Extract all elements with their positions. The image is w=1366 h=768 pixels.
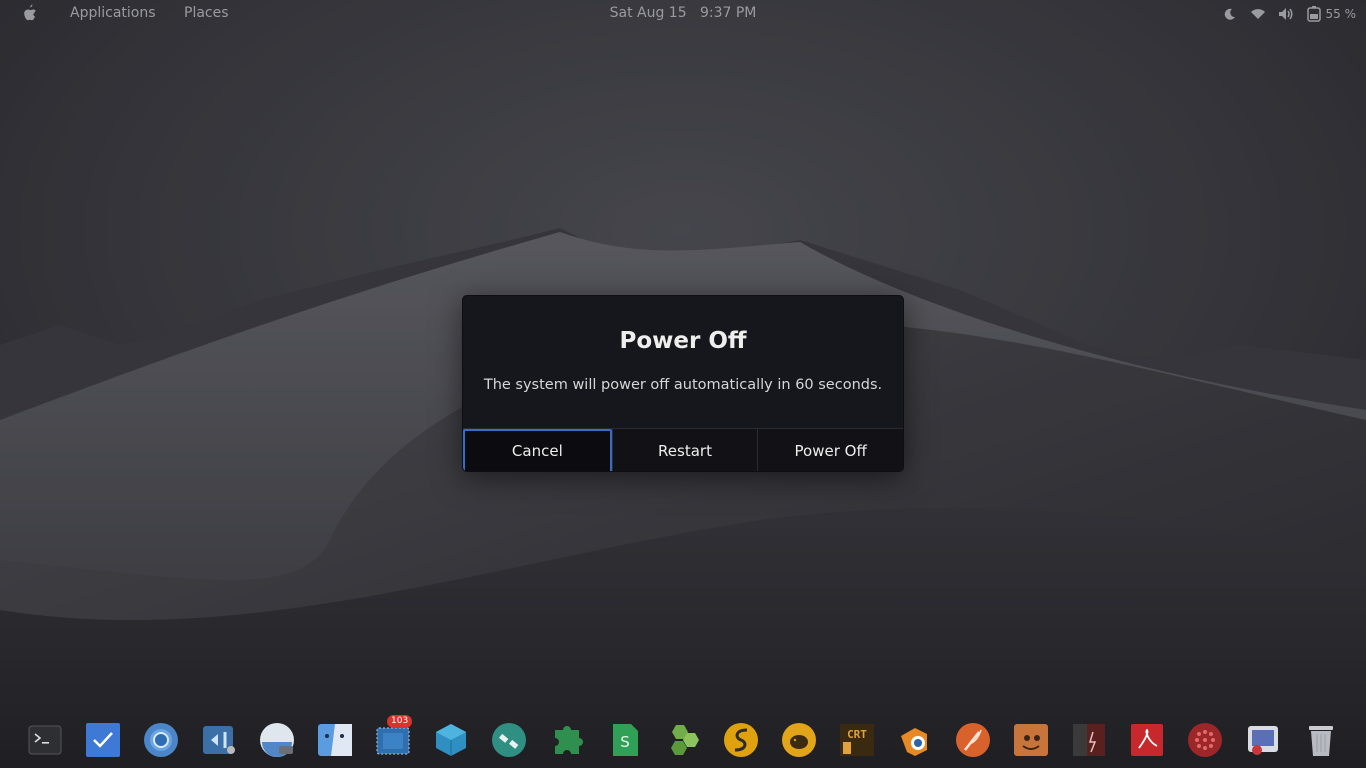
volume-icon[interactable] [1278, 6, 1294, 22]
disk-icon[interactable] [259, 722, 295, 758]
svg-text:S: S [620, 733, 630, 751]
finder-icon[interactable] [317, 722, 353, 758]
feather-icon[interactable] [955, 722, 991, 758]
vscode-icon[interactable] [201, 722, 237, 758]
book-icon[interactable] [1071, 722, 1107, 758]
cancel-button[interactable]: Cancel [463, 429, 612, 471]
crt-icon[interactable]: CRT [839, 722, 875, 758]
dock: 103 S CRT [0, 712, 1366, 768]
wifi-icon[interactable] [1250, 6, 1266, 22]
battery-percentage: 55 % [1325, 7, 1357, 21]
dialog-buttons: Cancel Restart Power Off [463, 428, 903, 471]
gimp-icon[interactable] [1013, 722, 1049, 758]
mail-icon[interactable]: 103 [375, 715, 413, 758]
system-tray[interactable]: 55 % [1222, 4, 1357, 24]
cube-icon[interactable] [433, 722, 469, 758]
satellite-icon[interactable] [491, 722, 527, 758]
dialog-title: Power Off [619, 328, 747, 354]
restart-button[interactable]: Restart [611, 429, 758, 471]
pdf-icon[interactable] [1129, 722, 1165, 758]
clock[interactable]: Sat Aug 15 9:37 PM [610, 5, 757, 21]
spreadsheet-icon[interactable]: S [607, 722, 643, 758]
mail-badge: 103 [387, 715, 413, 728]
applications-menu[interactable]: Applications [70, 5, 156, 21]
top-panel: Applications Places Sat Aug 15 9:37 PM 5… [0, 0, 1366, 28]
places-menu[interactable]: Places [184, 5, 229, 21]
puzzle-icon[interactable] [549, 722, 585, 758]
chromium-icon[interactable] [143, 722, 179, 758]
hexagons-icon[interactable] [665, 722, 701, 758]
apple-logo-icon[interactable] [21, 4, 37, 22]
screenshot-icon[interactable] [1245, 722, 1281, 758]
svg-text:CRT: CRT [847, 728, 867, 741]
power-off-button[interactable]: Power Off [757, 429, 903, 471]
trash-icon[interactable] [1303, 722, 1339, 758]
battery-icon[interactable] [1306, 6, 1322, 22]
dots-sphere-icon[interactable] [1187, 722, 1223, 758]
dialog-message: The system will power off automatically … [483, 377, 883, 393]
tasks-icon[interactable] [85, 722, 121, 758]
simplenote-icon[interactable] [723, 722, 759, 758]
blender-icon[interactable] [897, 722, 933, 758]
piggy-bank-icon[interactable] [781, 722, 817, 758]
terminal-icon[interactable] [27, 722, 63, 758]
power-off-dialog: Power Off The system will power off auto… [462, 295, 904, 472]
moon-icon[interactable] [1222, 6, 1238, 22]
